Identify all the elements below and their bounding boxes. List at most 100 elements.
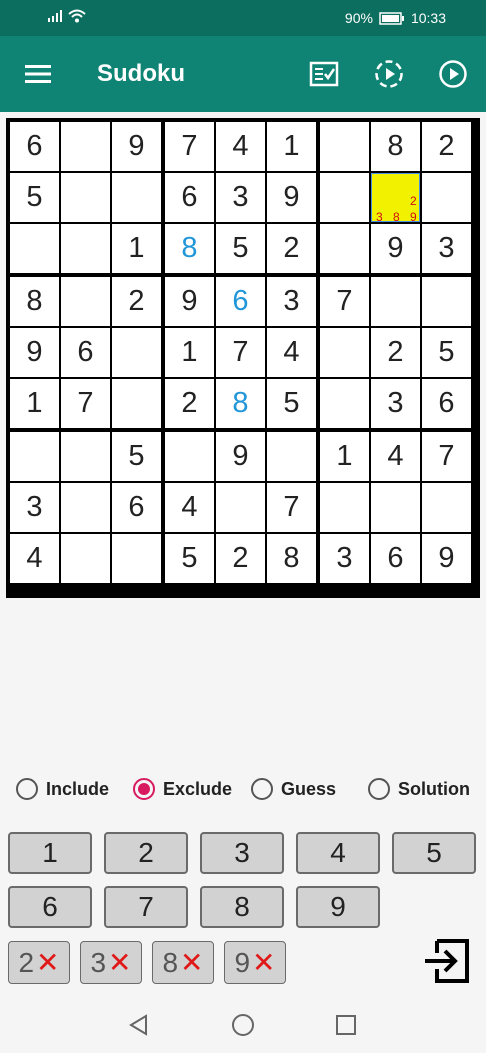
sudoku-cell[interactable] [165, 432, 214, 481]
sudoku-cell[interactable] [61, 534, 110, 583]
sudoku-cell[interactable]: 1 [10, 379, 59, 428]
sudoku-cell[interactable]: 6 [112, 483, 161, 532]
sudoku-cell[interactable]: 3 [10, 483, 59, 532]
number-button-7[interactable]: 7 [104, 886, 188, 928]
number-button-2[interactable]: 2 [104, 832, 188, 874]
sudoku-cell[interactable]: 6 [61, 328, 110, 377]
sudoku-cell[interactable] [61, 483, 110, 532]
sudoku-cell[interactable] [320, 122, 369, 171]
sudoku-cell[interactable] [61, 173, 110, 222]
sudoku-cell[interactable] [216, 483, 265, 532]
number-button-9[interactable]: 9 [296, 886, 380, 928]
sudoku-cell[interactable]: 4 [216, 122, 265, 171]
sudoku-cell[interactable] [422, 277, 471, 326]
sudoku-cell[interactable] [112, 379, 161, 428]
home-icon[interactable] [231, 1013, 255, 1037]
radio-exclude[interactable] [133, 778, 155, 800]
sudoku-cell[interactable]: 6 [165, 173, 214, 222]
sudoku-cell[interactable] [112, 534, 161, 583]
sudoku-cell[interactable]: 7 [320, 277, 369, 326]
excluded-9-button[interactable]: 9 ✕ [224, 941, 286, 984]
sudoku-cell[interactable]: 1 [267, 122, 316, 171]
sudoku-cell[interactable]: 9 [216, 432, 265, 481]
sudoku-cell[interactable]: 9 [422, 534, 471, 583]
sudoku-cell[interactable]: 9 [165, 277, 214, 326]
sudoku-cell[interactable] [371, 277, 420, 326]
exit-icon[interactable] [423, 937, 471, 985]
sudoku-cell[interactable] [10, 432, 59, 481]
sudoku-cell[interactable]: 9 [267, 173, 316, 222]
sudoku-cell[interactable]: 4 [10, 534, 59, 583]
sudoku-cell[interactable]: 1 [320, 432, 369, 481]
mode-guess[interactable]: Guess [251, 778, 336, 800]
sudoku-cell[interactable]: 2 [422, 122, 471, 171]
sudoku-cell[interactable] [112, 173, 161, 222]
number-button-3[interactable]: 3 [200, 832, 284, 874]
radio-solution[interactable] [368, 778, 390, 800]
sudoku-cell[interactable]: 4 [165, 483, 214, 532]
sudoku-cell[interactable]: 3 [371, 379, 420, 428]
sudoku-cell[interactable]: 7 [422, 432, 471, 481]
sudoku-cell[interactable]: 5 [112, 432, 161, 481]
sudoku-cell[interactable] [10, 224, 59, 273]
recents-icon[interactable] [336, 1015, 356, 1035]
sudoku-cell[interactable]: 4 [267, 328, 316, 377]
sudoku-cell[interactable]: 8 [216, 379, 265, 428]
sudoku-cell[interactable]: 1 [165, 328, 214, 377]
sudoku-cell[interactable]: 2 389 [371, 173, 420, 224]
sudoku-cell[interactable]: 9 [371, 224, 420, 273]
sudoku-cell[interactable]: 1 [112, 224, 161, 273]
sudoku-cell[interactable]: 6 [216, 277, 265, 326]
checklist-icon[interactable] [308, 58, 340, 90]
number-button-6[interactable]: 6 [8, 886, 92, 928]
sudoku-cell[interactable]: 6 [10, 122, 59, 171]
excluded-8-button[interactable]: 8 ✕ [152, 941, 214, 984]
sudoku-cell[interactable]: 2 [267, 224, 316, 273]
sudoku-cell[interactable] [320, 224, 369, 273]
sudoku-cell[interactable] [422, 483, 471, 532]
back-icon[interactable] [128, 1014, 150, 1036]
sudoku-cell[interactable]: 8 [371, 122, 420, 171]
mode-exclude[interactable]: Exclude [133, 778, 232, 800]
excluded-3-button[interactable]: 3 ✕ [80, 941, 142, 984]
number-button-8[interactable]: 8 [200, 886, 284, 928]
sudoku-cell[interactable]: 2 [371, 328, 420, 377]
radio-include[interactable] [16, 778, 38, 800]
sudoku-cell[interactable] [61, 277, 110, 326]
sudoku-cell[interactable] [320, 483, 369, 532]
sudoku-cell[interactable]: 5 [422, 328, 471, 377]
sudoku-cell[interactable] [61, 122, 110, 171]
sudoku-cell[interactable]: 5 [216, 224, 265, 273]
sudoku-cell[interactable]: 2 [112, 277, 161, 326]
number-button-5[interactable]: 5 [392, 832, 476, 874]
excluded-2-button[interactable]: 2 ✕ [8, 941, 70, 984]
sudoku-cell[interactable]: 4 [371, 432, 420, 481]
sudoku-cell[interactable]: 9 [10, 328, 59, 377]
sudoku-cell[interactable] [320, 173, 369, 222]
sudoku-cell[interactable]: 8 [165, 224, 214, 273]
sudoku-cell[interactable]: 3 [216, 173, 265, 222]
menu-icon[interactable] [22, 58, 54, 90]
sudoku-cell[interactable] [112, 328, 161, 377]
sudoku-cell[interactable] [320, 379, 369, 428]
sudoku-cell[interactable]: 5 [165, 534, 214, 583]
sudoku-cell[interactable]: 7 [165, 122, 214, 171]
sudoku-cell[interactable] [61, 432, 110, 481]
sudoku-cell[interactable] [422, 173, 471, 222]
partial-play-icon[interactable] [373, 58, 405, 90]
mode-solution[interactable]: Solution [368, 778, 470, 800]
sudoku-cell[interactable]: 8 [10, 277, 59, 326]
sudoku-cell[interactable] [320, 328, 369, 377]
sudoku-cell[interactable]: 5 [267, 379, 316, 428]
sudoku-cell[interactable]: 2 [216, 534, 265, 583]
sudoku-cell[interactable] [61, 224, 110, 273]
number-button-4[interactable]: 4 [296, 832, 380, 874]
sudoku-cell[interactable]: 6 [371, 534, 420, 583]
sudoku-cell[interactable] [371, 483, 420, 532]
radio-guess[interactable] [251, 778, 273, 800]
sudoku-cell[interactable] [267, 432, 316, 481]
sudoku-cell[interactable]: 5 [10, 173, 59, 222]
sudoku-cell[interactable]: 2 [165, 379, 214, 428]
mode-include[interactable]: Include [16, 778, 109, 800]
sudoku-cell[interactable]: 7 [216, 328, 265, 377]
